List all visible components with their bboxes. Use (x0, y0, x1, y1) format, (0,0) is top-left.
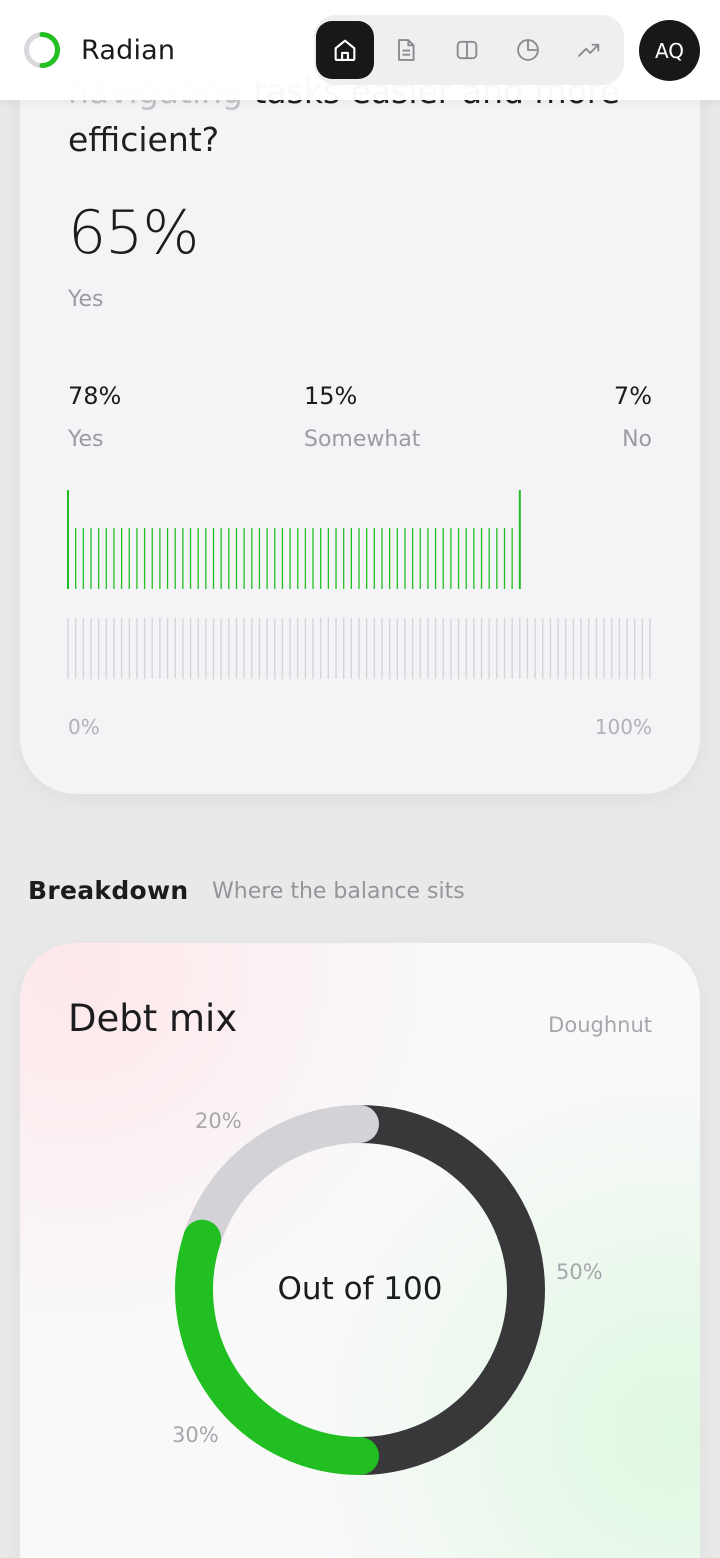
survey-card: navigating tasks easier and more efficie… (20, 0, 700, 794)
stat-no: 7% No (614, 382, 652, 452)
user-avatar[interactable]: AQ (639, 20, 700, 81)
slice-label-light: 20% (195, 1109, 242, 1133)
main-nav (314, 15, 624, 85)
stat-label: No (622, 427, 652, 452)
stat-yes: 78% Yes (68, 382, 121, 452)
stat-value: 78% (68, 382, 122, 410)
stat-value: 15% (304, 382, 358, 410)
brand-name: Radian (81, 34, 176, 66)
nav-home[interactable] (316, 21, 374, 79)
axis-min-label: 0% (68, 715, 100, 739)
split-view-icon (456, 40, 478, 60)
doughnut-center-label: Out of 100 (277, 1271, 443, 1307)
trending-up-icon (578, 43, 600, 57)
stat-label: Yes (68, 427, 104, 452)
nav-document[interactable] (377, 21, 435, 79)
document-icon (398, 39, 415, 61)
pie-chart-icon (517, 39, 539, 61)
track-ticks (67, 618, 651, 679)
progress-ticks (67, 490, 521, 589)
headline-value: 65% (68, 198, 199, 268)
nav-pie-chart[interactable] (499, 21, 557, 79)
slice-label-green: 30% (172, 1423, 219, 1447)
top-nav-bar: Radian AQ (0, 0, 720, 100)
stat-value: 7% (613, 382, 652, 410)
brand-logo-icon (24, 32, 60, 68)
brand[interactable]: Radian (22, 30, 175, 70)
section-title: Breakdown (28, 876, 189, 905)
nav-split-view[interactable] (438, 21, 496, 79)
nav-trending[interactable] (560, 21, 618, 79)
section-subtitle: Where the balance sits (212, 879, 465, 904)
home-icon (334, 39, 356, 61)
doughnut-chart (175, 1105, 545, 1475)
headline-label: Yes (68, 287, 104, 312)
axis-max-label: 100% (594, 715, 652, 739)
debt-mix-card: Debt mix Doughnut 50% 30% 20% Out of 100 (20, 943, 700, 1558)
stat-label: Somewhat (304, 427, 421, 452)
stat-somewhat: 15% Somewhat (304, 382, 420, 452)
doughnut-slice[interactable] (183, 1105, 379, 1258)
question-line-2: efficient? (68, 120, 220, 159)
